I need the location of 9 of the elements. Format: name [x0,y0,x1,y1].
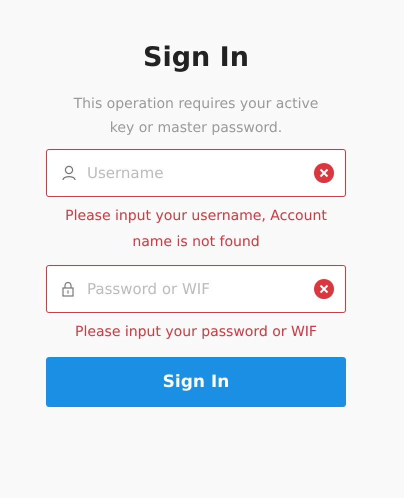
input-field[interactable]: Username [46,149,346,197]
input-field[interactable]: Password or WIF [46,265,346,313]
error-icon [314,163,334,183]
sign-in-button[interactable]: Sign In [46,357,346,407]
error-icon [314,279,334,299]
instruction-text: This operation requires your active key or master password. [72,95,320,138]
error-message: Please input your username, Account name is not found [64,207,328,252]
error-message: Please input your password or WIF [74,323,318,342]
page-title: Sign In [143,41,249,75]
